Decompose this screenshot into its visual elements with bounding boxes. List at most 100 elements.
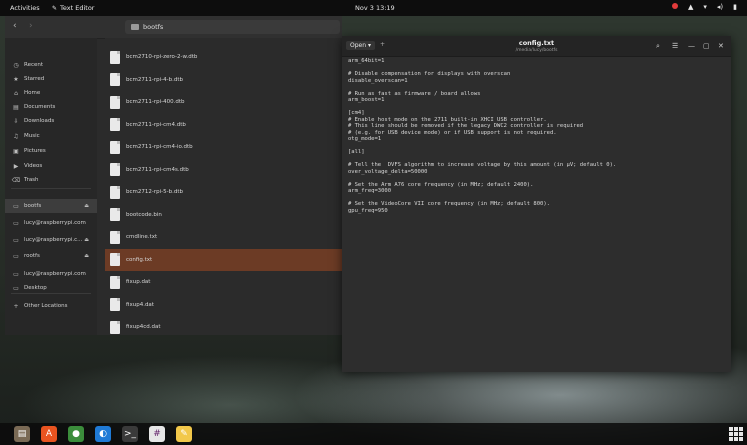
file-name: bcm2710-rpi-zero-2-w.dtb bbox=[126, 54, 198, 60]
sidebar-item[interactable]: ★ Starred bbox=[5, 72, 97, 86]
sidebar-item[interactable]: ▭ lucy@raspberrypi.com bbox=[5, 216, 97, 230]
file-icon bbox=[110, 185, 120, 199]
sidebar-item-label: Starred bbox=[24, 76, 45, 82]
sidebar-item[interactable]: ⌫ Trash bbox=[5, 173, 97, 187]
sidebar-item-label: Documents bbox=[24, 104, 56, 110]
sidebar-item-icon: ⌫ bbox=[11, 176, 21, 184]
dock: ▤ A ● ◐ >_ # ✎ bbox=[0, 423, 747, 445]
software-icon[interactable]: A bbox=[41, 426, 57, 442]
activities-button[interactable]: Activities bbox=[10, 4, 40, 12]
file-name: bcm2711-rpi-4-b.dtb bbox=[126, 76, 183, 83]
files-icon[interactable]: ▤ bbox=[14, 426, 30, 442]
file-row[interactable]: fixup4cd.dat bbox=[105, 316, 342, 335]
file-row[interactable]: config.txt bbox=[105, 248, 342, 271]
menu-icon[interactable]: ☰ bbox=[672, 42, 678, 50]
close-icon[interactable]: ✕ bbox=[718, 42, 724, 50]
folder-icon bbox=[131, 24, 139, 30]
sidebar-item[interactable]: ▭ lucy@raspberrypi.c... ⏏ bbox=[5, 233, 97, 247]
sidebar-item-icon: ▶ bbox=[13, 162, 19, 170]
sidebar-item[interactable]: ⇩ Downloads bbox=[5, 114, 97, 128]
sidebar-item[interactable]: ▶ Videos bbox=[5, 159, 97, 173]
file-name: config.txt bbox=[126, 256, 153, 263]
sidebar-item[interactable]: ◷ Recent bbox=[5, 58, 97, 72]
file-icon bbox=[110, 253, 120, 266]
sidebar-item[interactable]: ▭ lucy@raspberrypi.com bbox=[5, 267, 97, 281]
file-row[interactable]: bcm2711-rpi-400.dtb bbox=[105, 91, 342, 113]
sidebar-item-icon: ▭ bbox=[13, 236, 19, 244]
sidebar-item-label: Other Locations bbox=[24, 303, 68, 309]
slack-icon[interactable]: # bbox=[149, 426, 165, 442]
file-row[interactable]: bcm2712-rpi-5-b.dtb bbox=[105, 181, 342, 203]
file-icon bbox=[110, 95, 120, 109]
sidebar-item[interactable]: ▭ bootfs ⏏ bbox=[5, 199, 97, 213]
file-row[interactable]: bcm2710-rpi-zero-2-w.dtb bbox=[105, 46, 342, 68]
sidebar-item[interactable]: ▤ Documents bbox=[5, 100, 97, 114]
file-row[interactable]: cmdline.txt bbox=[105, 226, 342, 248]
tray-icon-1[interactable]: ▲ bbox=[688, 3, 693, 11]
maximize-icon[interactable]: ▢ bbox=[703, 42, 710, 50]
search-icon[interactable]: ⌕ bbox=[656, 42, 660, 51]
file-name: fixup.dat bbox=[126, 279, 151, 285]
sidebar-separator bbox=[11, 293, 91, 294]
text-editor-icon[interactable]: ✎ bbox=[176, 426, 192, 442]
sidebar-item-icon: ▭ bbox=[13, 202, 19, 210]
file-row[interactable]: bcm2711-rpi-cm4-io.dtb bbox=[105, 136, 342, 158]
sidebar-item[interactable]: ♫ Music bbox=[5, 129, 97, 143]
eject-icon[interactable]: ⏏ bbox=[84, 253, 89, 259]
wifi-icon[interactable]: ▾ bbox=[703, 3, 707, 11]
sidebar-item[interactable]: ▭ rootfs ⏏ bbox=[5, 249, 97, 263]
notification-icon[interactable] bbox=[671, 3, 678, 9]
sidebar-item[interactable]: + Other Locations bbox=[5, 299, 97, 313]
minimize-icon[interactable]: — bbox=[688, 42, 695, 50]
sidebar-item-label: bootfs bbox=[24, 203, 42, 209]
file-row[interactable]: bootcode.bin bbox=[105, 204, 342, 226]
sidebar-item-label: Home bbox=[24, 90, 41, 96]
forward-icon[interactable]: › bbox=[29, 21, 33, 31]
file-row[interactable]: bcm2711-rpi-cm4.dtb bbox=[105, 114, 342, 136]
file-icon bbox=[110, 298, 120, 311]
sidebar-item-label: rootfs bbox=[24, 253, 40, 259]
sidebar-item-icon: ◷ bbox=[13, 61, 19, 69]
sidebar-item-icon: ▭ bbox=[13, 252, 19, 260]
app-menu[interactable]: ✎ Text Editor bbox=[52, 4, 94, 12]
file-manager-header: ‹ › bootfs bbox=[5, 16, 342, 39]
sidebar-item-label: Recent bbox=[24, 62, 44, 68]
file-icon bbox=[110, 118, 120, 131]
file-icon bbox=[110, 275, 120, 289]
edge-icon[interactable]: ◐ bbox=[95, 426, 111, 442]
sidebar-item-label: Music bbox=[24, 133, 40, 139]
chrome-icon[interactable]: ● bbox=[68, 426, 84, 442]
sidebar-item-label: lucy@raspberrypi.c... bbox=[24, 237, 83, 243]
file-row[interactable]: bcm2711-rpi-cm4s.dtb bbox=[105, 159, 342, 181]
code-line: gpu_freq=950 bbox=[348, 207, 388, 214]
file-row[interactable]: fixup4.dat bbox=[105, 294, 342, 316]
sidebar-item-icon: ▤ bbox=[13, 103, 19, 111]
path-bar[interactable]: bootfs bbox=[125, 20, 340, 34]
volume-icon[interactable]: ◂) bbox=[717, 3, 723, 11]
system-tray[interactable]: ▲ ▾ ◂) ▮ bbox=[671, 3, 737, 11]
eject-icon[interactable]: ⏏ bbox=[84, 203, 89, 209]
file-row[interactable]: fixup.dat bbox=[105, 271, 342, 293]
back-icon[interactable]: ‹ bbox=[13, 21, 17, 31]
sidebar-item-icon: ▭ bbox=[13, 270, 19, 278]
file-icon bbox=[110, 50, 120, 64]
sidebar-separator bbox=[11, 188, 91, 189]
show-apps-grid-icon[interactable] bbox=[729, 427, 743, 441]
file-row[interactable]: bcm2711-rpi-4-b.dtb bbox=[105, 69, 342, 91]
editor-text-area[interactable]: arm_64bit=1 # Disable compensation for di… bbox=[348, 58, 726, 214]
sidebar-item-label: lucy@raspberrypi.com bbox=[24, 220, 86, 226]
clock[interactable]: Nov 3 13:19 bbox=[355, 4, 395, 12]
editor-header-bar: Open ▾ + config.txt /media/lucy/bootfs ⌕… bbox=[342, 36, 731, 57]
terminal-icon[interactable]: >_ bbox=[122, 426, 138, 442]
sidebar-item[interactable]: ▣ Pictures bbox=[5, 144, 97, 158]
eject-icon[interactable]: ⏏ bbox=[84, 237, 89, 243]
file-name: bcm2711-rpi-cm4s.dtb bbox=[126, 166, 189, 173]
sidebar-item-label: lucy@raspberrypi.com bbox=[24, 271, 86, 277]
sidebar-item[interactable]: ⌂ Home bbox=[5, 86, 97, 100]
sidebar-item-icon: ⌂ bbox=[14, 89, 18, 97]
file-name: fixup4cd.dat bbox=[126, 324, 161, 330]
battery-icon[interactable]: ▮ bbox=[733, 3, 737, 11]
sidebar-item-icon: ⇩ bbox=[13, 117, 19, 125]
file-list: bcm2710-rpi-zero-2-w.dtb bcm2711-rpi-4-b.… bbox=[105, 38, 342, 335]
text-editor-window: Open ▾ + config.txt /media/lucy/bootfs ⌕… bbox=[342, 36, 731, 372]
